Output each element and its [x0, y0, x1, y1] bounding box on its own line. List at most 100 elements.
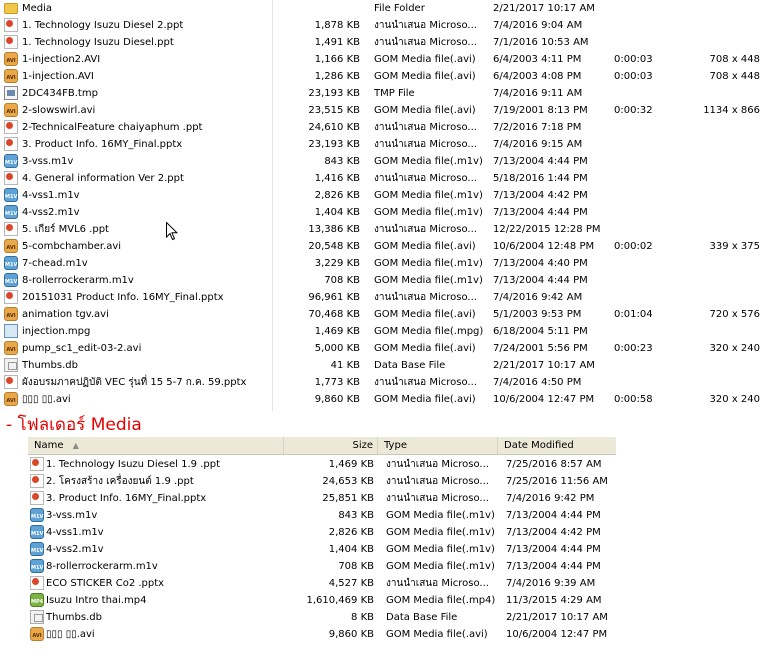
sort-ascending-icon: ▲ — [72, 441, 79, 450]
avi-icon: AVI — [4, 103, 18, 117]
ppt-icon — [4, 35, 18, 49]
avi-icon: AVI — [4, 239, 18, 253]
file-icon-cell — [30, 609, 46, 626]
file-date-modified: 10/6/2004 12:47 PM — [493, 394, 595, 405]
db-icon — [30, 610, 44, 624]
file-row[interactable]: MP4 Isuzu Intro thai.mp4 1,610,469 KB GOM M… — [28, 592, 616, 609]
file-date-modified: 2/21/2017 10:17 AM — [493, 360, 595, 371]
file-row[interactable]: 1. Technology Isuzu Diesel 1.9 .ppt 1,469… — [28, 456, 616, 473]
folder-caption: - โฟลเดอร์ Media — [6, 415, 142, 435]
file-row[interactable]: M1V 8-rollerrockerarm.m1v 708 KB GOM Media … — [28, 558, 616, 575]
file-duration — [614, 357, 674, 374]
file-size: 8 KB — [351, 612, 374, 623]
file-duration — [614, 136, 674, 153]
file-type: งานนำเสนอ Microso... — [374, 377, 477, 388]
file-row[interactable]: M1V 3-vss.m1v 843 KB GOM Media file(.m1v) 7/… — [0, 153, 765, 170]
file-dimensions: 708 x 448 — [709, 54, 760, 65]
file-type: GOM Media file(.avi) — [374, 309, 476, 320]
file-row[interactable]: AVI 5-combchamber.avi 20,548 KB GOM Media f… — [0, 238, 765, 255]
file-row[interactable]: M1V 3-vss.m1v 843 KB GOM Media file(.m1v) 7/… — [28, 507, 616, 524]
file-date-modified: 2/21/2017 10:17 AM — [506, 612, 608, 623]
file-row[interactable]: AVI 1-injection.AVI 1,286 KB GOM Media file… — [0, 68, 765, 85]
column-header-type[interactable]: Type — [378, 437, 498, 454]
file-date-modified: 2/21/2017 10:17 AM — [493, 3, 595, 14]
column-header-size[interactable]: Size — [284, 437, 378, 454]
file-row[interactable]: 2-TechnicalFeature chaiyaphum .ppt 24,610… — [0, 119, 765, 136]
m1v-icon: M1V — [4, 188, 18, 202]
file-row[interactable]: 1. Technology Isuzu Diesel.ppt 1,491 KB งา… — [0, 34, 765, 51]
file-icon-cell: AVI — [4, 306, 20, 323]
ppt-icon — [30, 491, 44, 505]
file-duration — [614, 255, 674, 272]
file-dimensions — [690, 153, 760, 170]
file-row[interactable]: 3. Product Info. 16MY_Final.pptx 23,193 K… — [0, 136, 765, 153]
file-size: 1,469 KB — [314, 326, 360, 337]
file-row[interactable]: AVI animation tgv.avi 70,468 KB GOM Media f… — [0, 306, 765, 323]
file-dimensions — [690, 204, 760, 221]
file-row[interactable]: AVI ▯▯▯ ▯▯.avi 9,860 KB GOM Media file(.avi… — [0, 391, 765, 408]
ppt-icon — [4, 290, 18, 304]
file-size: 13,386 KB — [308, 224, 360, 235]
column-header-date-modified[interactable]: Date Modified — [498, 437, 616, 454]
file-size: 5,000 KB — [314, 343, 360, 354]
file-row[interactable]: Media File Folder 2/21/2017 10:17 AM — [0, 0, 765, 17]
file-row[interactable]: AVI pump_sc1_edit-03-2.avi 5,000 KB GOM Med… — [0, 340, 765, 357]
file-row[interactable]: 20151031 Product Info. 16MY_Final.pptx 96… — [0, 289, 765, 306]
file-duration: 0:01:04 — [614, 309, 653, 320]
file-name: 2. โครงสร้าง เครื่องยนต์ 1.9 .ppt — [46, 476, 194, 487]
file-date-modified: 7/4/2016 9:04 AM — [493, 20, 583, 31]
file-row[interactable]: M1V 4-vss2.m1v 1,404 KB GOM Media file(.m1v… — [0, 204, 765, 221]
file-row[interactable]: Thumbs.db 41 KB Data Base File 2/21/2017 10… — [0, 357, 765, 374]
file-icon-cell: M1V — [4, 187, 20, 204]
file-row[interactable]: 5. เกียร์ MVL6 .ppt 13,386 KB งานนำเสนอ Mi… — [0, 221, 765, 238]
file-row[interactable]: AVI 2-slowswirl.avi 23,515 KB GOM Media fil… — [0, 102, 765, 119]
file-date-modified: 7/1/2016 10:53 AM — [493, 37, 589, 48]
file-row[interactable]: M1V 8-rollerrockerarm.m1v 708 KB GOM Media … — [0, 272, 765, 289]
file-row[interactable]: injection.mpg 1,469 KB GOM Media file(.mpg… — [0, 323, 765, 340]
file-duration — [614, 119, 674, 136]
avi-icon: AVI — [4, 69, 18, 83]
db-icon — [4, 358, 18, 372]
file-type: GOM Media file(.m1v) — [374, 190, 483, 201]
file-row[interactable]: Thumbs.db 8 KB Data Base File 2/21/2017 10:… — [28, 609, 616, 626]
file-row[interactable]: M1V 4-vss1.m1v 2,826 KB GOM Media file(.m1v… — [0, 187, 765, 204]
file-row[interactable]: 2DC434FB.tmp 23,193 KB TMP File 7/4/2016 9:… — [0, 85, 765, 102]
file-size: 1,610,469 KB — [306, 595, 375, 606]
file-duration — [614, 34, 674, 51]
m1v-icon: M1V — [4, 256, 18, 270]
file-row[interactable]: AVI ▯▯▯ ▯▯.avi 9,860 KB GOM Media file(.avi… — [28, 626, 616, 643]
file-row[interactable]: M1V 4-vss1.m1v 2,826 KB GOM Media file(.m1v… — [28, 524, 616, 541]
avi-icon: AVI — [4, 341, 18, 355]
file-row[interactable]: 4. General information Ver 2.ppt 1,416 KB… — [0, 170, 765, 187]
ppt-icon — [4, 18, 18, 32]
file-date-modified: 6/18/2004 5:11 PM — [493, 326, 588, 337]
file-date-modified: 6/4/2003 4:11 PM — [493, 54, 582, 65]
file-date-modified: 7/13/2004 4:44 PM — [506, 561, 601, 572]
file-row[interactable]: AVI 1-injection2.AVI 1,166 KB GOM Media fil… — [0, 51, 765, 68]
file-row[interactable]: ผังอบรมภาคปฏิบัติ VEC รุ่นที่ 15 5-7 ก.ค… — [0, 374, 765, 391]
file-duration — [614, 153, 674, 170]
file-name: 2DC434FB.tmp — [22, 88, 98, 99]
file-name: 20151031 Product Info. 16MY_Final.pptx — [22, 292, 224, 303]
file-name: 4. General information Ver 2.ppt — [22, 173, 184, 184]
file-duration: 0:00:03 — [614, 71, 653, 82]
file-row[interactable]: 3. Product Info. 16MY_Final.pptx 25,851 K… — [28, 490, 616, 507]
file-name: ▯▯▯ ▯▯.avi — [22, 394, 71, 405]
file-size: 96,961 KB — [308, 292, 360, 303]
file-size: 70,468 KB — [308, 309, 360, 320]
file-date-modified: 7/4/2016 9:42 PM — [506, 493, 595, 504]
file-type: GOM Media file(.m1v) — [374, 156, 483, 167]
file-type: GOM Media file(.m1v) — [374, 258, 483, 269]
column-header-name[interactable]: Name ▲ — [28, 437, 284, 454]
tmp-icon — [4, 86, 18, 100]
file-name: 8-rollerrockerarm.m1v — [22, 275, 134, 286]
m1v-icon: M1V — [30, 525, 44, 539]
file-type: GOM Media file(.m1v) — [386, 527, 495, 538]
file-row[interactable]: M1V 4-vss2.m1v 1,404 KB GOM Media file(.m1v… — [28, 541, 616, 558]
file-row[interactable]: ECO STICKER Co2 .pptx 4,527 KB งานนำเสนอ M… — [28, 575, 616, 592]
file-row[interactable]: 1. Technology Isuzu Diesel 2.ppt 1,878 KB… — [0, 17, 765, 34]
file-size: 4,527 KB — [328, 578, 374, 589]
file-row[interactable]: M1V 7-chead.m1v 3,229 KB GOM Media file(.m1… — [0, 255, 765, 272]
file-row[interactable]: 2. โครงสร้าง เครื่องยนต์ 1.9 .ppt 24,653 … — [28, 473, 616, 490]
file-type: GOM Media file(.mp4) — [386, 595, 496, 606]
